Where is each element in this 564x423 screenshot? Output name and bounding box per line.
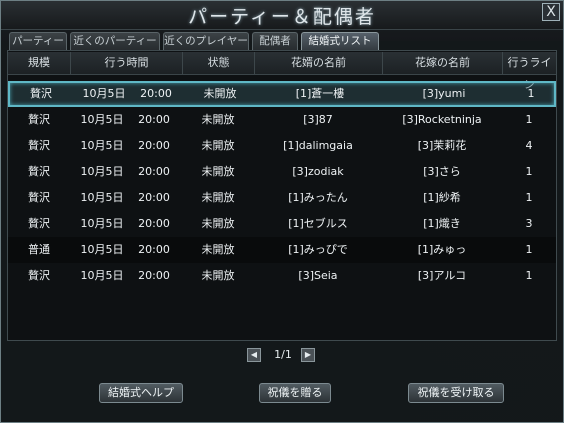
cell-line: 3	[525, 217, 533, 230]
cell-bride: [3]Rocketninja	[402, 113, 482, 126]
cell-bride: [1]紗希	[423, 191, 461, 204]
cell-line: 1	[527, 87, 535, 100]
cell-status: 未開放	[201, 113, 235, 126]
receive-gift-button[interactable]: 祝儀を受け取る	[408, 383, 504, 403]
table-row[interactable]: 贅沢 10月5日 20:00 未開放 [3]Seia [3]アルコ 1	[8, 263, 556, 289]
cell-groom: [1]dalimgaia	[283, 139, 353, 152]
cell-line: 4	[525, 139, 533, 152]
cell-status: 未開放	[201, 191, 235, 204]
header-line: 行うライン	[502, 52, 556, 91]
cell-date: 10月5日	[80, 269, 124, 282]
header-status: 状態	[182, 52, 254, 74]
cell-scale: 贅沢	[28, 113, 50, 126]
cell-date: 10月5日	[80, 113, 124, 126]
tab-wedding-list[interactable]: 結婚式リスト	[301, 32, 379, 50]
table-row[interactable]: 贅沢 10月5日 20:00 未開放 [1]蒼一樓 [3]yumi 1	[8, 81, 556, 107]
cell-time: 20:00	[138, 165, 170, 178]
cell-scale: 贅沢	[30, 87, 52, 100]
cell-scale: 贅沢	[28, 139, 50, 152]
cell-bride: [3]さら	[423, 165, 461, 178]
prev-page-icon[interactable]: ◀	[247, 348, 261, 362]
pager: ◀ 1/1 ▶	[0, 348, 564, 364]
header-groom: 花婿の名前	[254, 52, 382, 74]
cell-groom: [3]zodiak	[292, 165, 344, 178]
cell-date: 10月5日	[82, 87, 126, 100]
cell-time: 20:00	[138, 139, 170, 152]
table-row[interactable]: 贅沢 10月5日 20:00 未開放 [3]zodiak [3]さら 1	[8, 159, 556, 185]
header-time: 行う時間	[70, 52, 182, 74]
cell-scale: 贅沢	[28, 217, 50, 230]
cell-status: 未開放	[203, 87, 237, 100]
cell-status: 未開放	[201, 139, 235, 152]
cell-date: 10月5日	[80, 243, 124, 256]
table-row[interactable]: 贅沢 10月5日 20:00 未開放 [1]みったん [1]紗希 1	[8, 185, 556, 211]
cell-line: 1	[525, 243, 533, 256]
cell-groom: [1]みっぴで	[288, 243, 348, 256]
cell-time: 20:00	[140, 87, 172, 100]
cell-time: 20:00	[138, 217, 170, 230]
tab-spouse[interactable]: 配偶者	[252, 32, 298, 50]
cell-time: 20:00	[138, 113, 170, 126]
cell-status: 未開放	[201, 269, 235, 282]
give-gift-button[interactable]: 祝儀を贈る	[259, 383, 331, 403]
tab-nearby-party[interactable]: 近くのパーティー	[70, 32, 160, 50]
cell-scale: 贅沢	[28, 165, 50, 178]
cell-time: 20:00	[138, 243, 170, 256]
cell-bride: [3]アルコ	[417, 269, 467, 282]
cell-bride: [1]熾き	[423, 217, 461, 230]
window-title: パーティー＆配偶者	[188, 6, 376, 28]
header-bride: 花嫁の名前	[382, 52, 502, 74]
cell-time: 20:00	[138, 269, 170, 282]
cell-scale: 贅沢	[28, 191, 50, 204]
tab-party[interactable]: パーティー	[9, 32, 67, 50]
cell-time: 20:00	[138, 191, 170, 204]
cell-groom: [1]セブルス	[288, 217, 348, 230]
table-row[interactable]: 普通 10月5日 20:00 未開放 [1]みっぴで [1]みゅっ 1	[8, 237, 556, 263]
cell-date: 10月5日	[80, 191, 124, 204]
cell-line: 1	[525, 165, 533, 178]
cell-scale: 贅沢	[28, 269, 50, 282]
cell-groom: [1]みったん	[288, 191, 348, 204]
next-page-icon[interactable]: ▶	[301, 348, 315, 362]
cell-status: 未開放	[201, 217, 235, 230]
table-row[interactable]: 贅沢 10月5日 20:00 未開放 [3]87 [3]Rocketninja 1	[8, 107, 556, 133]
table-row[interactable]: 贅沢 10月5日 20:00 未開放 [1]dalimgaia [3]茉莉花 4	[8, 133, 556, 159]
cell-line: 1	[525, 269, 533, 282]
table-header: 規模 行う時間 状態 花婿の名前 花嫁の名前 行うライン	[8, 52, 556, 91]
cell-status: 未開放	[201, 165, 235, 178]
cell-line: 1	[525, 113, 533, 126]
cell-bride: [3]yumi	[422, 87, 466, 100]
cell-date: 10月5日	[80, 139, 124, 152]
cell-status: 未開放	[201, 243, 235, 256]
cell-date: 10月5日	[80, 217, 124, 230]
cell-bride: [1]みゅっ	[417, 243, 467, 256]
header-scale: 規模	[28, 56, 50, 69]
titlebar: パーティー＆配偶者 X	[1, 1, 563, 30]
wedding-help-button[interactable]: 結婚式ヘルプ	[99, 383, 183, 403]
cell-groom: [1]蒼一樓	[295, 87, 345, 100]
cell-bride: [3]茉莉花	[417, 139, 467, 152]
tab-nearby-player[interactable]: 近くのプレイヤー	[163, 32, 249, 50]
cell-date: 10月5日	[80, 165, 124, 178]
page-number: 1/1	[274, 348, 292, 361]
close-icon[interactable]: X	[542, 3, 560, 21]
cell-groom: [3]87	[303, 113, 333, 126]
cell-line: 1	[525, 191, 533, 204]
cell-scale: 普通	[28, 243, 50, 256]
cell-groom: [3]Seia	[298, 269, 338, 282]
table-row[interactable]: 贅沢 10月5日 20:00 未開放 [1]セブルス [1]熾き 3	[8, 211, 556, 237]
